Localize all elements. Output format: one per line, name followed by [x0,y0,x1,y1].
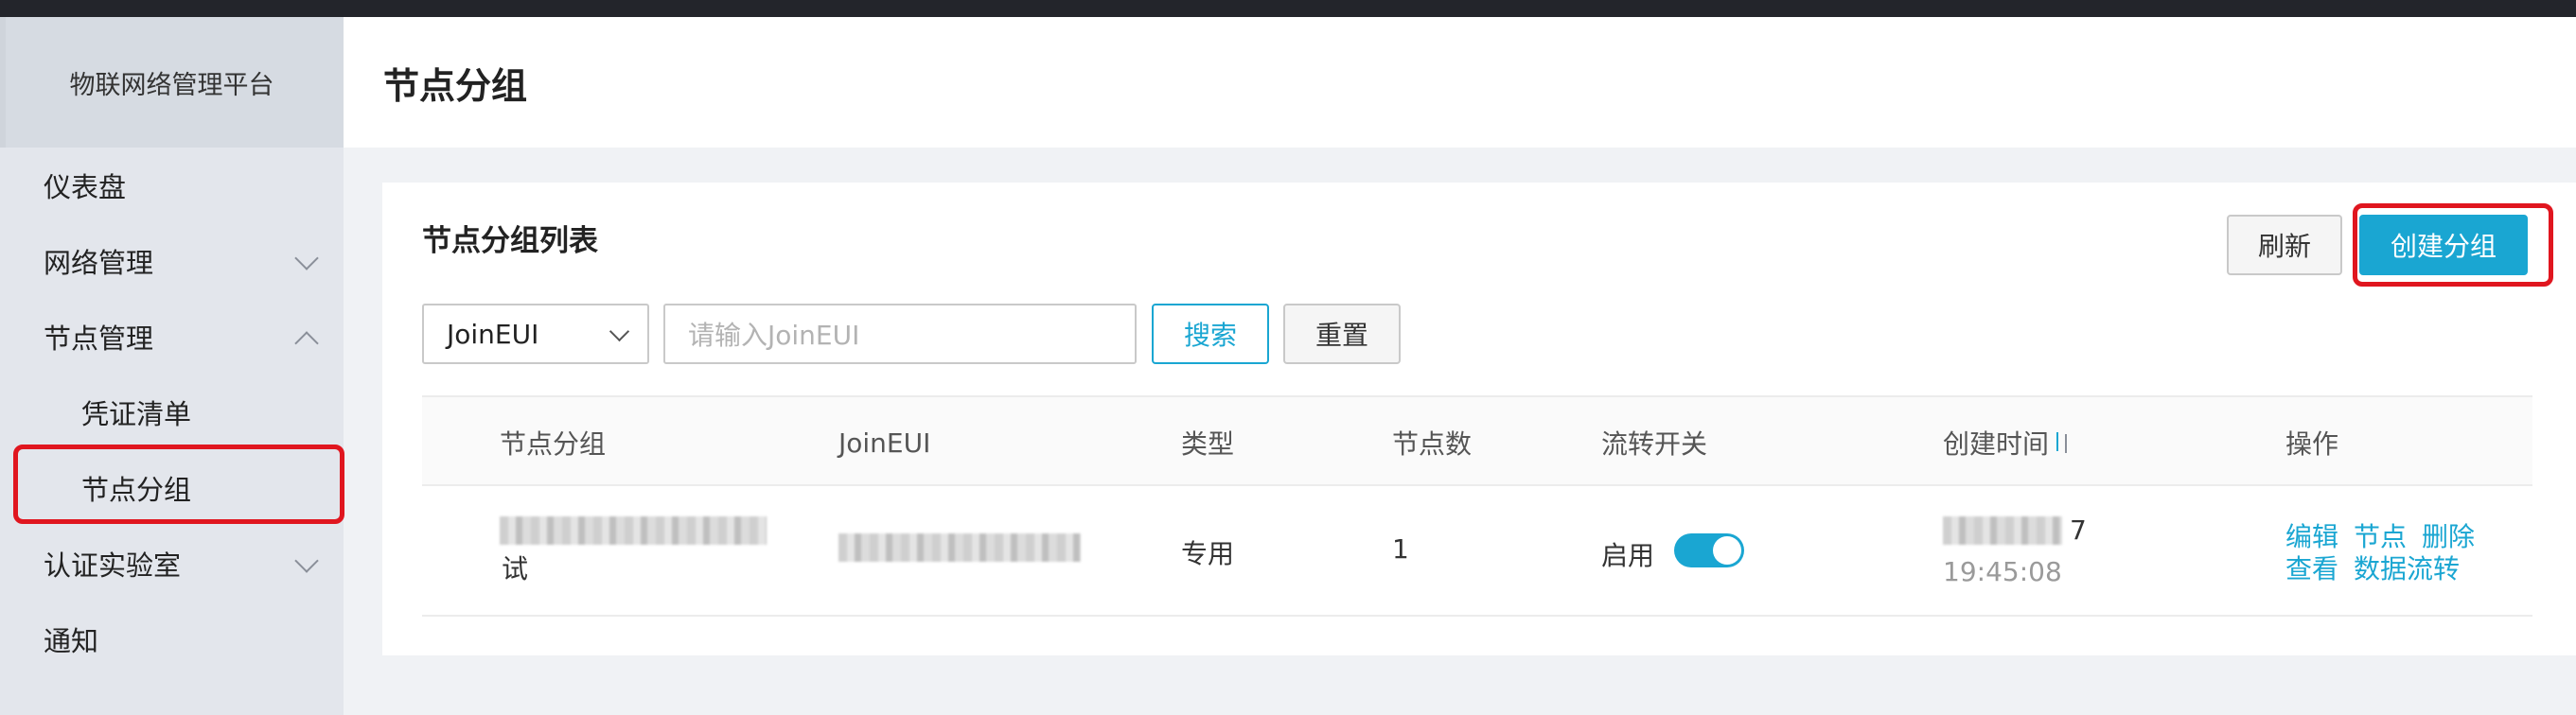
created-date-tail: 7 [2070,514,2087,546]
sidebar-item-label: 凭证清单 [81,398,192,430]
column-header-group: 节点分组 [500,428,607,460]
type-cell: 专用 [1181,538,1235,569]
sidebar-item-label: 仪表盘 [44,171,127,203]
highlight-create-group-button [2353,203,2553,287]
view-link[interactable]: 查看 [2285,549,2338,586]
node-group-card: 节点分组列表 刷新 创建分组 JoinEUI 请输入JoinEUI 搜索 重置 … [382,183,2576,655]
chevron-up-icon [294,331,319,356]
chevron-down-icon [609,321,630,342]
highlight-node-groups-menu [13,445,344,524]
chevron-down-icon [294,246,319,270]
redacted-joineui [838,533,1081,562]
sort-icon[interactable] [2055,430,2072,455]
page-header: 节点分组 [344,17,2576,148]
sidebar: 物联网络管理平台 仪表盘 网络管理 节点管理 凭证清单 节点分组 认证实验室 通… [0,17,344,715]
column-header-actions: 操作 [2285,428,2339,460]
select-value: JoinEUI [447,318,539,350]
refresh-button[interactable]: 刷新 [2227,215,2342,275]
sidebar-item-label: 节点管理 [44,323,154,355]
window-top-bar [0,0,2576,17]
sidebar-item-label: 通知 [44,625,99,657]
column-header-node-count: 节点数 [1392,428,1473,460]
table-header: 节点分组 JoinEUI 类型 节点数 流转开关 创建时间 操作 [422,395,2532,486]
card-title: 节点分组列表 [422,224,598,258]
app-brand: 物联网络管理平台 [0,17,344,148]
flow-switch-toggle[interactable] [1674,533,1744,567]
chevron-down-icon [294,549,319,573]
sidebar-item-node-management[interactable]: 节点管理 [0,299,344,375]
sidebar-item-label: 认证实验室 [44,549,182,582]
search-button[interactable]: 搜索 [1152,304,1269,364]
column-header-created-time[interactable]: 创建时间 [1943,397,2072,488]
brand-edge-divider [0,17,6,148]
joineui-search-input[interactable]: 请输入JoinEUI [663,304,1137,364]
sidebar-item-network-management[interactable]: 网络管理 [0,223,344,299]
group-name-tail: 试 [502,553,529,584]
column-header-joineui: JoinEUI [838,427,931,459]
column-header-label: 创建时间 [1943,428,2050,460]
redacted-group-name [500,516,767,545]
created-time: 19:45:08 [1943,556,2062,587]
search-field-select[interactable]: JoinEUI [422,304,649,364]
sidebar-item-label: 网络管理 [44,247,154,279]
node-count-cell: 1 [1392,533,1409,565]
column-header-flow-switch: 流转开关 [1601,428,1708,460]
reset-button[interactable]: 重置 [1283,304,1401,364]
sidebar-item-certification-lab[interactable]: 认证实验室 [0,526,344,602]
page-title: 节点分组 [383,64,528,107]
sidebar-item-dashboard[interactable]: 仪表盘 [0,148,344,223]
column-header-type: 类型 [1181,428,1235,460]
sidebar-item-notifications[interactable]: 通知 [0,602,344,677]
table-row: 试 专用 1 启用 7 19:45:08 编辑 节点 删除 查看 数据流转 [422,486,2532,617]
data-flow-link[interactable]: 数据流转 [2354,549,2460,586]
toggle-knob [1713,536,1741,565]
redacted-created-date [1943,516,2062,545]
flow-switch-label: 启用 [1601,540,1655,571]
sidebar-item-credential-list[interactable]: 凭证清单 [0,375,344,450]
